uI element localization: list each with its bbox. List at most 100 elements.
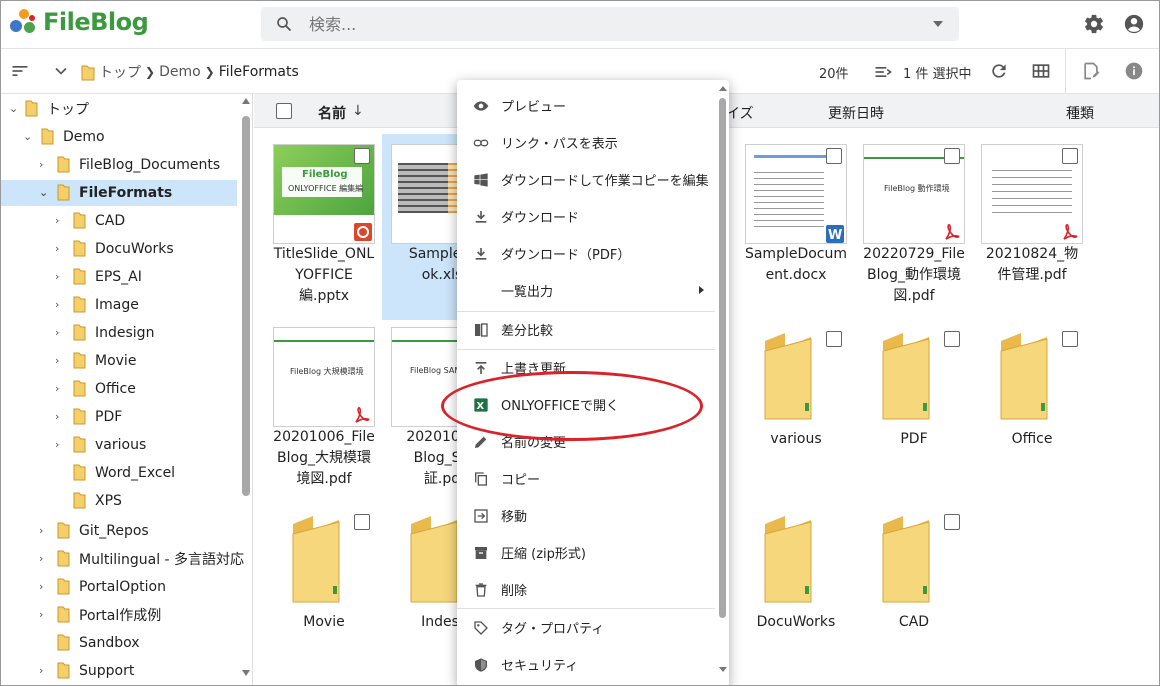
file-name-line: SampleDocum xyxy=(744,246,848,262)
tree-item-git-repos[interactable]: › Git_Repos xyxy=(1,518,237,544)
search-dropdown-icon[interactable] xyxy=(933,21,943,27)
item-checkbox[interactable] xyxy=(826,148,842,164)
file-name-line: 編.pptx xyxy=(299,288,349,304)
chevron-right-icon[interactable]: › xyxy=(55,243,65,254)
menu-scrollbar[interactable] xyxy=(717,80,729,685)
search-input[interactable] xyxy=(309,13,909,35)
menu-item-download-edit[interactable]: ダウンロードして作業コピーを編集 xyxy=(457,161,715,198)
breadcrumb-item-current[interactable]: FileFormats xyxy=(219,64,299,80)
tree-item-demo[interactable]: ⌄ Demo xyxy=(1,124,237,150)
item-checkbox[interactable] xyxy=(944,331,960,347)
menu-item-open-onlyoffice[interactable]: X ONLYOFFICEで開く xyxy=(457,386,715,423)
scroll-up-icon[interactable] xyxy=(719,86,727,91)
selection-list-icon[interactable] xyxy=(873,62,893,82)
tree-item-portal-examples[interactable]: › Portal作成例 xyxy=(1,602,237,628)
item-checkbox[interactable] xyxy=(944,514,960,530)
menu-item-export-list[interactable]: 一覧出力 xyxy=(457,272,715,309)
refresh-icon[interactable] xyxy=(989,61,1009,81)
column-type[interactable]: 種類 xyxy=(1066,103,1094,123)
scroll-down-icon[interactable] xyxy=(242,670,250,676)
tree-item-movie[interactable]: › Movie xyxy=(1,348,237,374)
chevron-right-icon[interactable]: › xyxy=(39,609,49,620)
chevron-right-icon[interactable]: › xyxy=(39,665,49,676)
sidebar-scrollbar[interactable] xyxy=(239,94,252,685)
breadcrumb-item-demo[interactable]: Demo xyxy=(159,64,201,80)
app-logo[interactable]: FileBlog xyxy=(9,7,149,37)
tree-item-indesign[interactable]: › Indesign xyxy=(1,320,237,346)
tree-item-cad[interactable]: › CAD xyxy=(1,208,237,234)
menu-item-delete[interactable]: 削除 xyxy=(457,571,715,608)
tree-item-docuworks[interactable]: › DocuWorks xyxy=(1,236,237,262)
chevron-right-icon[interactable]: › xyxy=(55,299,65,310)
item-checkbox[interactable] xyxy=(354,148,370,164)
chevron-right-icon[interactable]: › xyxy=(55,327,65,338)
menu-item-compress[interactable]: 圧縮 (zip形式) xyxy=(457,534,715,571)
column-size[interactable]: イズ xyxy=(726,103,754,123)
chevron-right-icon[interactable]: › xyxy=(55,411,65,422)
menu-item-move[interactable]: 移動 xyxy=(457,497,715,534)
scroll-up-icon[interactable] xyxy=(242,98,250,104)
chevron-right-icon[interactable]: › xyxy=(55,215,65,226)
menu-item-label: 差分比較 xyxy=(501,324,554,339)
tree-item-fileformats[interactable]: ⌄ FileFormats xyxy=(1,180,237,206)
menu-item-tags[interactable]: タグ・プロパティ xyxy=(457,609,715,646)
item-checkbox[interactable] xyxy=(826,331,842,347)
column-name[interactable]: 名前 xyxy=(318,103,346,123)
tree-item-portaloption[interactable]: › PortalOption xyxy=(1,574,237,600)
menu-item-download-pdf[interactable]: ダウンロード（PDF） xyxy=(457,235,715,272)
menu-item-download[interactable]: ダウンロード xyxy=(457,198,715,235)
chevron-right-icon[interactable]: › xyxy=(39,525,49,536)
edit-document-icon[interactable] xyxy=(1081,61,1101,81)
excel-icon: X xyxy=(474,397,488,412)
item-checkbox[interactable] xyxy=(1062,148,1078,164)
chevron-right-icon[interactable]: › xyxy=(39,159,49,170)
chevron-down-icon[interactable]: ⌄ xyxy=(9,103,19,114)
chevron-right-icon[interactable]: › xyxy=(55,439,65,450)
info-icon[interactable] xyxy=(1124,61,1144,81)
sort-icon[interactable] xyxy=(10,61,30,81)
tree-item-multilingual[interactable]: › Multilingual - 多言語対応 xyxy=(1,546,244,572)
scrollbar-thumb[interactable] xyxy=(242,116,250,496)
tree-item-image[interactable]: › Image xyxy=(1,292,237,318)
chevron-right-icon[interactable]: › xyxy=(39,553,49,564)
account-circle-icon[interactable] xyxy=(1123,13,1145,35)
chevron-right-icon[interactable]: › xyxy=(55,271,65,282)
menu-item-security[interactable]: セキュリティ xyxy=(457,646,715,683)
menu-item-show-link[interactable]: リンク・パスを表示 xyxy=(457,124,715,161)
breadcrumb-item-top[interactable]: トップ xyxy=(99,62,141,82)
tree-item-xps[interactable]: XPS xyxy=(1,488,237,514)
tree-item-sandbox[interactable]: Sandbox xyxy=(1,630,237,656)
item-checkbox[interactable] xyxy=(944,148,960,164)
tree-item-pdf[interactable]: › PDF xyxy=(1,404,237,430)
tree-item-various[interactable]: › various xyxy=(1,432,237,458)
tree-item-fileblog-documents[interactable]: › FileBlog_Documents xyxy=(1,152,237,178)
menu-item-overwrite[interactable]: 上書き更新 xyxy=(457,349,715,386)
tree-item-word-excel[interactable]: Word_Excel xyxy=(1,460,237,486)
search-bar[interactable] xyxy=(261,7,959,41)
tree-item-office[interactable]: › Office xyxy=(1,376,237,402)
scroll-down-icon[interactable] xyxy=(719,667,727,672)
tree-item-support[interactable]: › Support xyxy=(1,658,237,684)
grid-view-icon[interactable] xyxy=(1031,61,1051,81)
menu-item-compare[interactable]: 差分比較 xyxy=(457,311,715,348)
chevron-down-icon[interactable]: ⌄ xyxy=(39,187,49,198)
select-all-checkbox[interactable] xyxy=(276,103,292,119)
item-checkbox[interactable] xyxy=(1062,331,1078,347)
menu-item-copy[interactable]: コピー xyxy=(457,460,715,497)
tree-item-top[interactable]: ⌄ トップ xyxy=(1,96,237,122)
scrollbar-thumb[interactable] xyxy=(719,98,726,618)
column-updated[interactable]: 更新日時 xyxy=(828,103,884,123)
gear-icon[interactable] xyxy=(1083,13,1105,35)
sort-arrow-icon[interactable]: ↓ xyxy=(352,103,364,119)
tree-item-eps-ai[interactable]: › EPS_AI xyxy=(1,264,237,290)
chevron-right-icon[interactable]: › xyxy=(55,355,65,366)
chevron-down-icon[interactable] xyxy=(51,61,71,81)
folder-name: PDF xyxy=(900,431,928,447)
chevron-down-icon[interactable]: ⌄ xyxy=(23,131,33,142)
menu-item-preview[interactable]: プレビュー xyxy=(457,87,715,124)
docx-icon: W xyxy=(826,225,844,243)
chevron-right-icon[interactable]: › xyxy=(55,383,65,394)
menu-item-rename[interactable]: 名前の変更 xyxy=(457,423,715,460)
chevron-right-icon[interactable]: › xyxy=(39,581,49,592)
item-checkbox[interactable] xyxy=(354,514,370,530)
